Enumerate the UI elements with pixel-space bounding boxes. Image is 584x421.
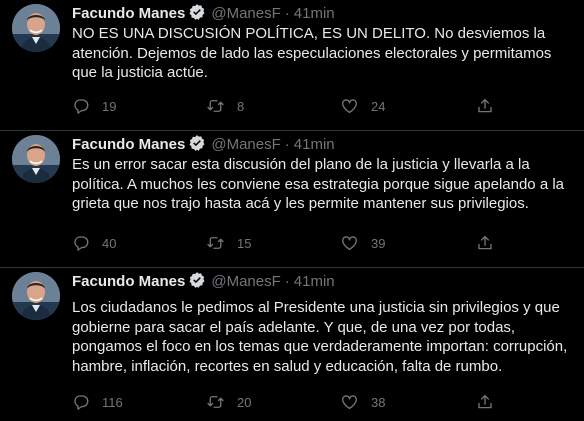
share-icon <box>478 394 492 409</box>
author-handle[interactable]: @ManesF <box>211 5 280 22</box>
reply-count: 40 <box>102 235 117 251</box>
tweet-thread: Facundo Manes @ManesF · 41min NO ES UNA DIS… <box>0 0 584 421</box>
tweet[interactable]: Facundo Manes @ManesF · 41min Los ciudadano… <box>0 268 584 421</box>
reply-button[interactable]: 116 <box>72 392 123 412</box>
avatar[interactable] <box>12 135 60 183</box>
tweet-text: Es un error sacar esta discusión del pla… <box>72 156 564 213</box>
tweet-text: NO ES UNA DISCUSIÓN POLÍTICA, ES UN DELI… <box>72 25 552 82</box>
author-name[interactable]: Facundo Manes <box>72 5 185 22</box>
tweet-actions: 116 20 38 <box>72 392 572 412</box>
separator-dot: · <box>284 136 290 153</box>
reply-icon <box>74 99 89 114</box>
tweet-text: Los ciudadanos le pedimos al Presidente … <box>72 299 568 376</box>
tweet-timestamp[interactable]: 41min <box>294 5 335 22</box>
reply-icon <box>74 395 89 410</box>
share-icon <box>478 235 492 250</box>
retweet-icon <box>207 100 224 112</box>
retweet-button[interactable]: 15 <box>206 233 251 253</box>
author-name[interactable]: Facundo Manes <box>72 136 185 153</box>
retweet-icon <box>207 396 224 408</box>
retweet-count: 15 <box>237 235 252 251</box>
reply-count: 116 <box>102 394 123 410</box>
retweet-count: 20 <box>237 394 252 410</box>
share-button[interactable] <box>476 96 494 116</box>
verified-badge-icon <box>188 271 206 295</box>
heart-icon <box>342 236 357 251</box>
share-button[interactable] <box>476 392 494 412</box>
tweet[interactable]: Facundo Manes @ManesF · 41min NO ES UNA DIS… <box>0 0 584 131</box>
like-count: 24 <box>371 98 386 114</box>
share-icon <box>478 98 492 113</box>
heart-icon <box>342 395 357 410</box>
retweet-button[interactable]: 20 <box>206 392 251 412</box>
reply-icon <box>74 236 89 251</box>
reply-count: 19 <box>102 98 117 114</box>
retweet-icon <box>207 237 224 249</box>
heart-icon <box>342 99 357 114</box>
retweet-count: 8 <box>237 98 245 114</box>
tweet-timestamp[interactable]: 41min <box>294 273 335 290</box>
tweet[interactable]: Facundo Manes @ManesF · 41min Es un error s… <box>0 131 584 268</box>
like-count: 38 <box>371 394 386 410</box>
author-handle[interactable]: @ManesF <box>211 273 280 290</box>
author-name[interactable]: Facundo Manes <box>72 273 185 290</box>
reply-button[interactable]: 19 <box>72 96 116 116</box>
author-handle[interactable]: @ManesF <box>211 136 280 153</box>
avatar[interactable] <box>12 4 60 52</box>
share-button[interactable] <box>476 233 494 253</box>
tweet-timestamp[interactable]: 41min <box>294 136 335 153</box>
like-button[interactable]: 38 <box>340 392 385 412</box>
separator-dot: · <box>284 273 290 290</box>
retweet-button[interactable]: 8 <box>206 96 244 116</box>
like-count: 39 <box>371 235 386 251</box>
tweet-actions: 40 15 39 <box>72 233 572 253</box>
like-button[interactable]: 39 <box>340 233 385 253</box>
tweet-actions: 19 8 24 <box>72 96 572 116</box>
like-button[interactable]: 24 <box>340 96 385 116</box>
avatar[interactable] <box>12 272 60 320</box>
tweet-header: Facundo Manes @ManesF · 41min <box>72 271 335 295</box>
separator-dot: · <box>284 5 290 22</box>
reply-button[interactable]: 40 <box>72 233 116 253</box>
